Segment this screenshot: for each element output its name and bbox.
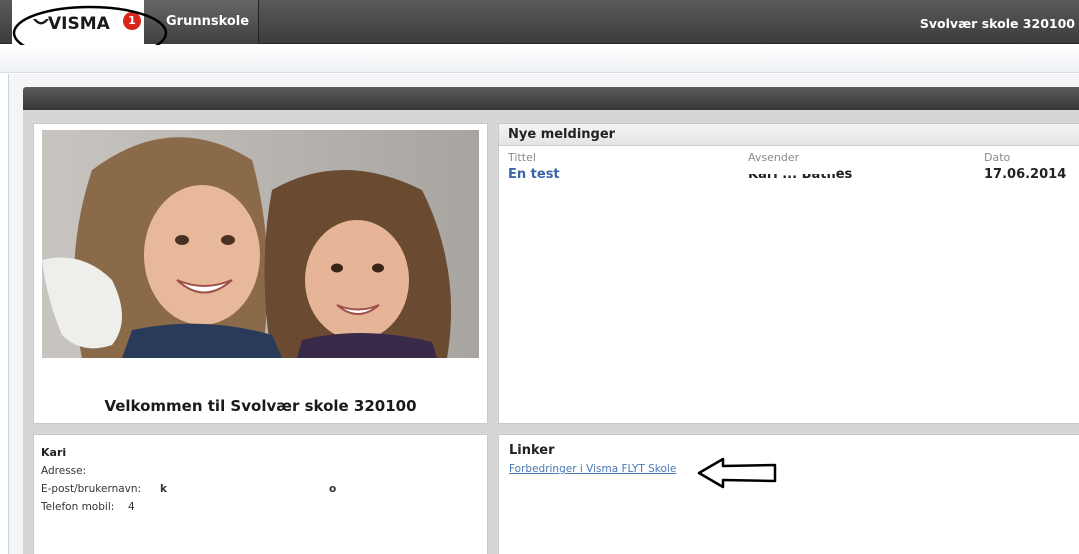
column-date-header[interactable]: Dato (984, 151, 1010, 164)
message-title-link[interactable]: En test (508, 167, 560, 182)
column-sender-header[interactable]: Avsender (748, 151, 799, 164)
children-photo-image (42, 130, 479, 358)
welcome-photo (42, 130, 479, 358)
user-address-label: Adresse: (41, 465, 87, 477)
user-name: Kari (41, 446, 67, 459)
user-email-value: k (160, 483, 167, 495)
user-email-label: E-post/brukernavn: (41, 483, 142, 495)
sub-toolbar (0, 45, 1079, 73)
links-title: Linker (509, 443, 555, 458)
message-date: 17.06.2014 (984, 167, 1067, 182)
user-phone-value: 4 (128, 501, 135, 513)
annotation-arrow-icon (697, 457, 777, 489)
welcome-text: Velkommen til Svolvær skole 320100 (104, 397, 417, 415)
redaction-block (746, 165, 836, 174)
user-email-value-end: o (329, 483, 337, 495)
links-card (498, 434, 1079, 554)
link-forbedringer[interactable]: Forbedringer i Visma FLYT Skole (509, 463, 676, 475)
app-name-label: Grunnskole (166, 14, 250, 29)
messages-header: Nye meldinger (499, 124, 1079, 146)
messages-title: Nye meldinger (508, 127, 616, 142)
user-phone-label: Telefon mobil: (41, 501, 115, 513)
school-title[interactable]: Svolvær skole 320100 (920, 16, 1075, 31)
column-title-header[interactable]: Tittel (508, 151, 536, 164)
panel-header-bar (23, 87, 1079, 110)
